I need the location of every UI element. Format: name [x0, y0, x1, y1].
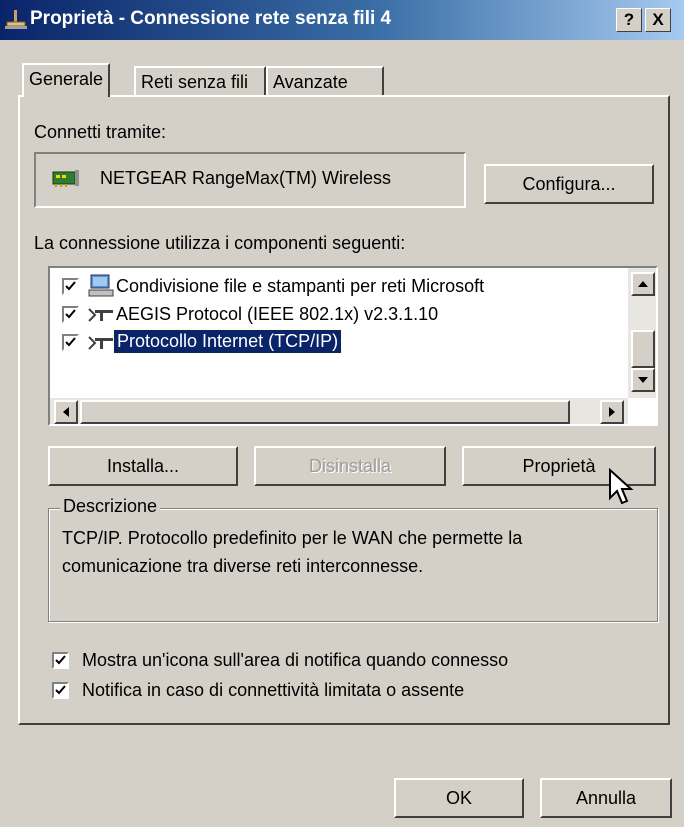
- mouse-cursor-icon: [608, 467, 634, 514]
- arrow-right-icon: [609, 407, 615, 417]
- show-icon-label: Mostra un'icona sull'area di notifica qu…: [82, 650, 509, 670]
- uninstall-button[interactable]: Disinstalla: [254, 446, 446, 486]
- title-bar[interactable]: Proprietà - Connessione rete senza fili …: [0, 0, 684, 40]
- scroll-left-button[interactable]: [54, 400, 78, 424]
- network-protocol-icon: [88, 334, 114, 357]
- list-item[interactable]: Protocollo Internet (TCP/IP): [50, 329, 620, 357]
- adapter-name: NETGEAR RangeMax(TM) Wireless: [100, 168, 392, 188]
- arrow-up-icon: [638, 281, 648, 287]
- window-title: Proprietà - Connessione rete senza fili …: [30, 8, 392, 29]
- list-item-label: Condivisione file e stampanti per reti M…: [116, 276, 485, 296]
- tab-avanzate[interactable]: Avanzate: [266, 66, 384, 98]
- install-button[interactable]: Installa...: [48, 446, 238, 486]
- checkbox-tcpip[interactable]: [62, 334, 79, 351]
- components-label: La connessione utilizza i componenti seg…: [34, 233, 406, 253]
- description-text-line2: comunicazione tra diverse reti interconn…: [62, 556, 424, 576]
- configure-button[interactable]: Configura...: [484, 164, 654, 204]
- show-icon-checkbox[interactable]: [52, 652, 69, 669]
- connect-via-label: Connetti tramite:: [34, 122, 167, 142]
- ok-button[interactable]: OK: [394, 778, 524, 818]
- checkbox-file-sharing[interactable]: [62, 278, 79, 295]
- network-connection-icon: [4, 8, 28, 32]
- scroll-right-button[interactable]: [600, 400, 624, 424]
- list-item[interactable]: Condivisione file e stampanti per reti M…: [50, 274, 620, 301]
- adapter-box: NETGEAR RangeMax(TM) Wireless: [34, 152, 466, 208]
- arrow-left-icon: [63, 407, 69, 417]
- network-card-icon: [52, 168, 80, 194]
- list-item[interactable]: AEGIS Protocol (IEEE 802.1x) v2.3.1.10: [50, 302, 620, 329]
- scroll-down-button[interactable]: [631, 368, 655, 392]
- horizontal-scrollbar[interactable]: [50, 398, 628, 424]
- computer-icon: [88, 274, 114, 303]
- cancel-button[interactable]: Annulla: [540, 778, 672, 818]
- checkbox-aegis[interactable]: [62, 306, 79, 323]
- arrow-down-icon: [638, 377, 648, 383]
- show-icon-option[interactable]: Mostra un'icona sull'area di notifica qu…: [52, 650, 612, 674]
- close-button[interactable]: X: [645, 8, 671, 32]
- vertical-scrollbar[interactable]: [628, 268, 656, 398]
- scroll-thumb[interactable]: [631, 330, 655, 368]
- components-list[interactable]: Condivisione file e stampanti per reti M…: [48, 266, 658, 426]
- tab-generale[interactable]: Generale: [22, 63, 111, 97]
- network-protocol-icon: [88, 306, 114, 329]
- list-item-label-selected: Protocollo Internet (TCP/IP): [112, 329, 343, 354]
- notify-limited-label: Notifica in caso di connettività limitat…: [82, 680, 465, 700]
- notify-limited-checkbox[interactable]: [52, 682, 69, 699]
- uninstall-button-label: Disinstalla: [308, 456, 392, 476]
- description-text-line1: TCP/IP. Protocollo predefinito per le WA…: [62, 528, 523, 548]
- scroll-thumb-horizontal[interactable]: [80, 400, 570, 424]
- notify-limited-option[interactable]: Notifica in caso di connettività limitat…: [52, 680, 612, 704]
- scroll-up-button[interactable]: [631, 272, 655, 296]
- description-title: Descrizione: [60, 496, 161, 517]
- tab-reti-senza-fili[interactable]: Reti senza fili: [134, 66, 266, 98]
- list-item-label: AEGIS Protocol (IEEE 802.1x) v2.3.1.10: [116, 304, 439, 324]
- help-button[interactable]: ?: [616, 8, 642, 32]
